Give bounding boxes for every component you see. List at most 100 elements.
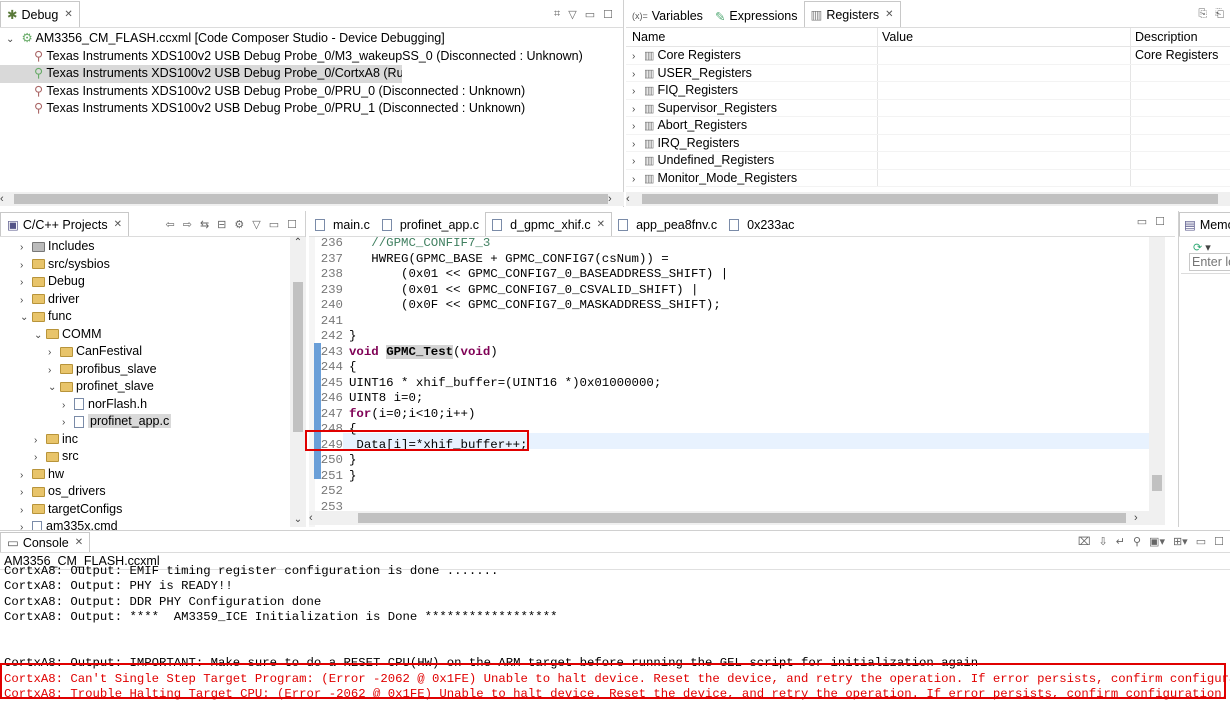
debug-probe[interactable]: ⚲ Texas Instruments XDS100v2 USB Debug P… — [0, 100, 623, 118]
scroll-right-icon[interactable]: › — [608, 193, 622, 205]
import-icon[interactable]: ⎗ — [1215, 8, 1224, 21]
register-group-row[interactable]: › ▥ USER_Registers — [626, 64, 1230, 82]
back-icon[interactable]: ⇦ — [166, 218, 175, 231]
code-line[interactable]: 238 (0x01 << GPMC_CONFIG7_0_BASEADDRESS_… — [313, 267, 1149, 283]
code-line[interactable]: 240 (0x0F << GPMC_CONFIG7_0_MASKADDRESS_… — [313, 298, 1149, 314]
expand-icon[interactable]: › — [632, 48, 644, 64]
collapsed-icon[interactable]: › — [20, 467, 32, 484]
register-group-row[interactable]: › ▥ IRQ_Registers — [626, 134, 1230, 152]
tab-debug[interactable]: ✱ Debug ✕ — [0, 1, 80, 27]
link-icon[interactable]: ⇆ — [200, 218, 209, 231]
code-line[interactable]: 239 (0x01 << GPMC_CONFIG7_0_CSVALID_SHIF… — [313, 283, 1149, 299]
tree-item[interactable]: ⌄ COMM — [0, 326, 305, 344]
editor-tab[interactable]: d_gpmc_xhif.c ✕ — [485, 212, 613, 236]
tree-item[interactable]: › hw — [0, 466, 305, 484]
close-icon[interactable]: ✕ — [885, 9, 893, 20]
tab-console[interactable]: ▭ Console ✕ — [0, 532, 91, 552]
view-menu-icon[interactable]: ▽ — [252, 218, 260, 231]
expand-icon[interactable]: › — [632, 66, 644, 82]
maximize-icon[interactable]: ☐ — [287, 218, 297, 231]
column-header-value[interactable]: Value — [878, 28, 1131, 46]
tree-item[interactable]: › Includes — [0, 238, 305, 256]
close-icon[interactable]: ✕ — [597, 219, 605, 230]
code-area[interactable]: 236 //GPMC_CONFIF7_3 237 HWREG(GPMC_BASE … — [313, 236, 1149, 515]
expand-icon[interactable]: › — [632, 153, 644, 169]
register-group-row[interactable]: › ▥ Core Registers Core Registers — [626, 47, 1230, 65]
pin-icon[interactable]: ⚲ — [1133, 535, 1141, 548]
code-line[interactable]: 245 UINT16 * xhif_buffer=(UINT16 *)0x0100… — [313, 376, 1149, 392]
maximize-icon[interactable]: ☐ — [603, 8, 613, 21]
collapsed-icon[interactable]: › — [62, 414, 74, 431]
minimize-icon[interactable]: ▭ — [269, 218, 279, 231]
close-icon[interactable]: ✕ — [75, 537, 83, 548]
horizontal-scrollbar[interactable]: ‹ › — [0, 192, 624, 206]
collapsed-icon[interactable]: › — [20, 239, 32, 256]
scroll-up-icon[interactable]: ⌃ — [290, 237, 306, 248]
collapsed-icon[interactable]: › — [20, 257, 32, 274]
scroll-lock-icon[interactable]: ⇩ — [1099, 535, 1108, 548]
collapsed-icon[interactable]: › — [48, 362, 60, 379]
horizontal-scrollbar[interactable]: ‹ › — [309, 511, 1165, 525]
scroll-left-icon[interactable]: ‹ — [0, 193, 14, 205]
maximize-icon[interactable]: ☐ — [1214, 535, 1224, 548]
tree-item[interactable]: › Debug — [0, 273, 305, 291]
editor-tab[interactable]: profinet_app.c — [376, 214, 485, 236]
tree-item[interactable]: ⌄ func — [0, 308, 305, 326]
word-wrap-icon[interactable]: ↵ — [1116, 535, 1125, 548]
code-line[interactable]: 252 — [313, 484, 1149, 500]
code-line[interactable]: 251} — [313, 469, 1149, 485]
code-line[interactable]: 243 void GPMC_Test(void) — [313, 344, 1149, 361]
view-menu-icon[interactable]: ▽ — [568, 8, 576, 21]
forward-icon[interactable]: ⇨ — [183, 218, 192, 231]
code-line[interactable]: 236 //GPMC_CONFIF7_3 — [313, 236, 1149, 252]
display-console-icon[interactable]: ▣▾ — [1149, 535, 1165, 548]
tab-expressions[interactable]: ✎ Expressions — [709, 5, 804, 27]
expand-icon[interactable]: › — [632, 136, 644, 152]
expand-icon[interactable]: › — [632, 83, 644, 99]
vertical-scrollbar[interactable] — [1149, 237, 1165, 511]
collapsed-icon[interactable]: › — [20, 484, 32, 501]
collapsed-icon[interactable]: › — [34, 449, 46, 466]
scroll-left-icon[interactable]: ‹ — [626, 193, 640, 205]
tree-item[interactable]: › src/sysbios — [0, 256, 305, 274]
minimize-icon[interactable]: ▭ — [1196, 535, 1206, 548]
tree-item[interactable]: › src — [0, 448, 305, 466]
code-line[interactable]: 247 for(i=0;i<10;i++) — [313, 407, 1149, 423]
collapsed-icon[interactable]: › — [20, 292, 32, 309]
tree-item[interactable]: ⌄ profinet_slave — [0, 378, 305, 396]
collapsed-icon[interactable]: › — [34, 432, 46, 449]
code-line[interactable]: 250} — [313, 453, 1149, 469]
expanded-icon[interactable]: ⌄ — [20, 309, 32, 326]
column-header-name[interactable]: Name — [626, 28, 878, 46]
debug-probe[interactable]: ⚲ Texas Instruments XDS100v2 USB Debug P… — [0, 65, 402, 83]
expand-icon[interactable]: › — [632, 118, 644, 134]
tree-item[interactable]: › norFlash.h — [0, 396, 305, 414]
debug-probe[interactable]: ⚲ Texas Instruments XDS100v2 USB Debug P… — [0, 48, 623, 66]
memory-address-input[interactable] — [1189, 253, 1230, 271]
export-icon[interactable]: ⎘ — [1198, 8, 1207, 21]
collapsed-icon[interactable]: › — [62, 397, 74, 414]
minimize-icon[interactable]: ▭ — [585, 8, 595, 21]
collapse-icon[interactable]: ⌗ — [554, 8, 560, 21]
column-header-description[interactable]: Description — [1131, 28, 1230, 46]
open-console-icon[interactable]: ⊞▾ — [1173, 535, 1188, 548]
collapsed-icon[interactable]: › — [20, 502, 32, 519]
expand-icon[interactable]: › — [632, 101, 644, 117]
tree-item[interactable]: › profinet_app.c — [0, 413, 305, 431]
register-group-row[interactable]: › ▥ Supervisor_Registers — [626, 99, 1230, 117]
filter-icon[interactable]: ⚙ — [234, 218, 244, 231]
register-group-row[interactable]: › ▥ Abort_Registers — [626, 117, 1230, 135]
register-group-row[interactable]: › ▥ Undefined_Registers — [626, 152, 1230, 170]
editor-tab[interactable]: main.c — [309, 214, 376, 236]
minimize-icon[interactable]: ▭ — [1137, 215, 1147, 228]
tree-item[interactable]: › driver — [0, 291, 305, 309]
tree-item[interactable]: › profibus_slave — [0, 361, 305, 379]
code-line[interactable]: 244 { — [313, 360, 1149, 376]
editor-tab[interactable]: 0x233ac — [723, 214, 800, 236]
vertical-scrollbar[interactable]: ⌃ ⌄ — [290, 237, 306, 527]
debug-session[interactable]: ⌄ ⚙ AM3356_CM_FLASH.ccxml [Code Composer… — [0, 30, 623, 48]
tab-variables[interactable]: (x)= Variables — [626, 5, 709, 27]
expand-icon[interactable]: › — [632, 171, 644, 187]
expand-icon[interactable]: ⌄ — [6, 31, 18, 48]
clear-console-icon[interactable]: ⌧ — [1078, 535, 1091, 548]
